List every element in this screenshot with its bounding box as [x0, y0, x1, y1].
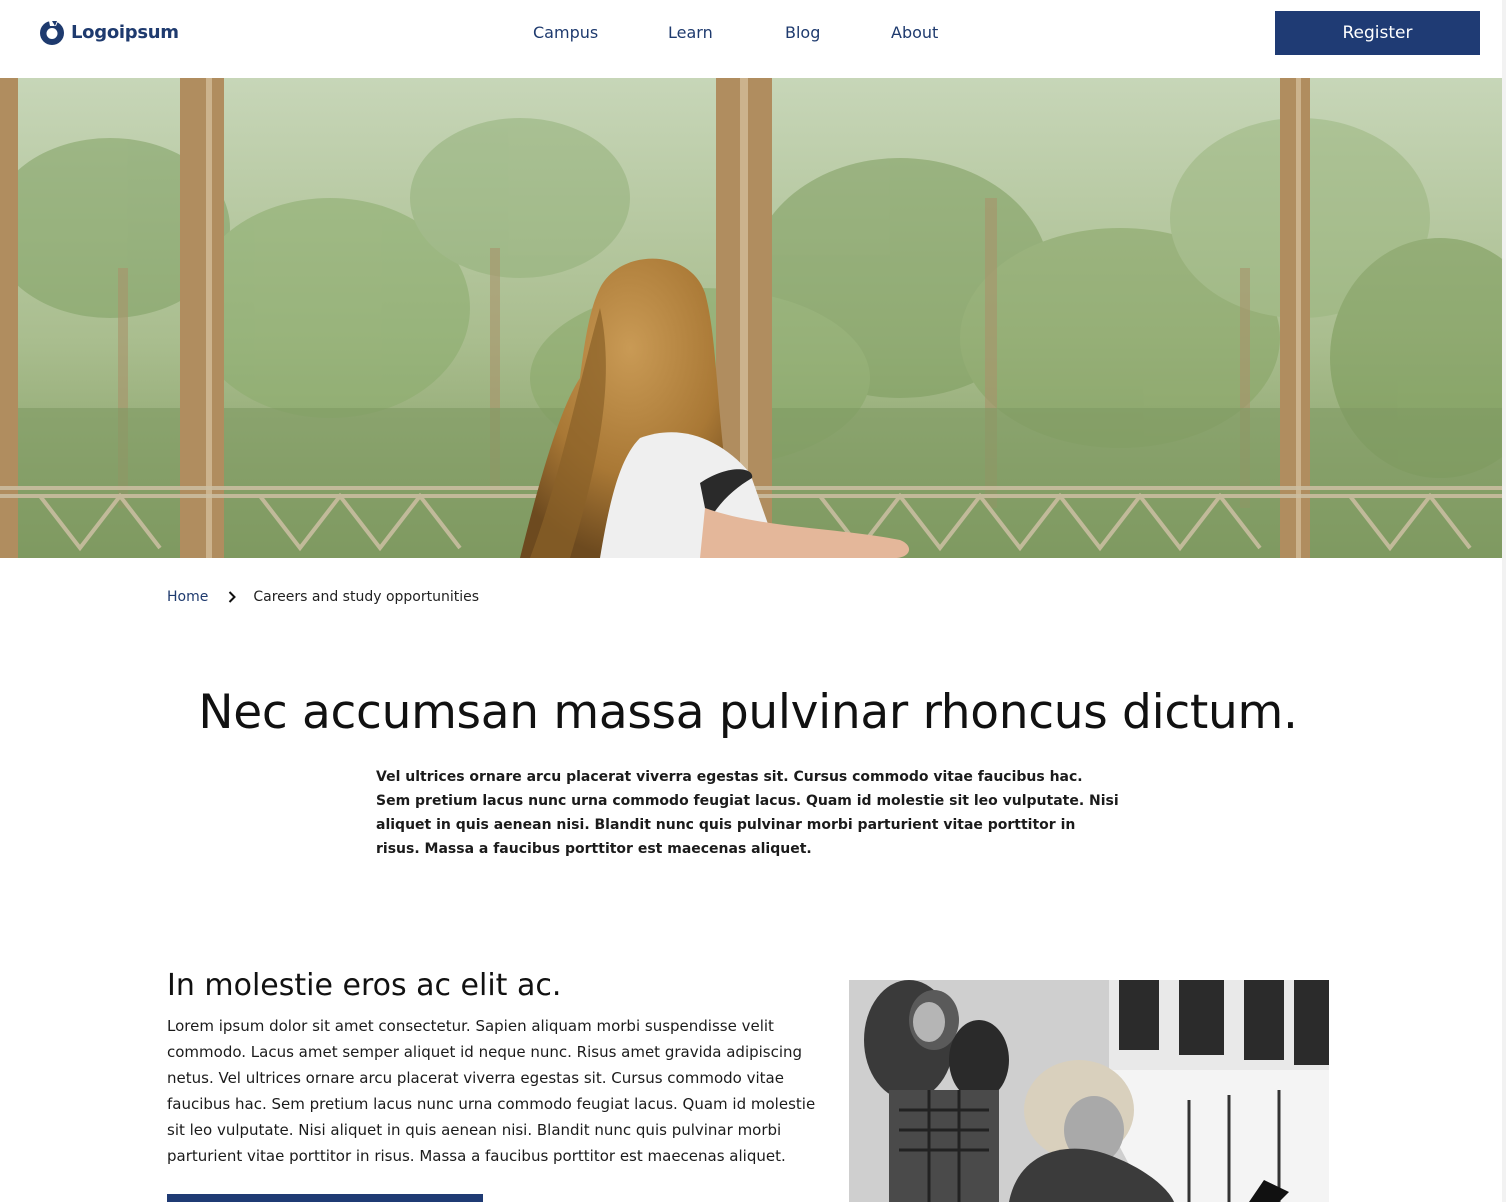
breadcrumb: Home Careers and study opportunities — [167, 587, 479, 607]
register-button[interactable]: Register — [1275, 11, 1480, 55]
site-header: Logoipsum Campus Learn Blog About Regist… — [0, 0, 1506, 78]
nav-item-learn[interactable]: Learn — [668, 22, 713, 44]
section-cta-button[interactable] — [167, 1194, 483, 1202]
nav-item-campus[interactable]: Campus — [533, 22, 598, 44]
page-title: Nec accumsan massa pulvinar rhoncus dict… — [198, 685, 1298, 740]
intro-paragraph: Vel ultrices ornare arcu placerat viverr… — [376, 769, 1119, 857]
breadcrumb-current: Careers and study opportunities — [253, 589, 480, 605]
hero-image — [0, 78, 1506, 558]
section-title: In molestie eros ac elit ac. — [167, 968, 562, 1003]
breadcrumb-home-link[interactable]: Home — [167, 587, 208, 607]
nav-item-about[interactable]: About — [891, 22, 938, 44]
scrollbar-edge — [1502, 0, 1506, 1202]
chevron-right-icon — [228, 591, 237, 603]
nav-item-blog[interactable]: Blog — [785, 22, 820, 44]
section-body: Lorem ipsum dolor sit amet consectetur. … — [167, 1017, 816, 1165]
section-photo — [849, 980, 1329, 1202]
